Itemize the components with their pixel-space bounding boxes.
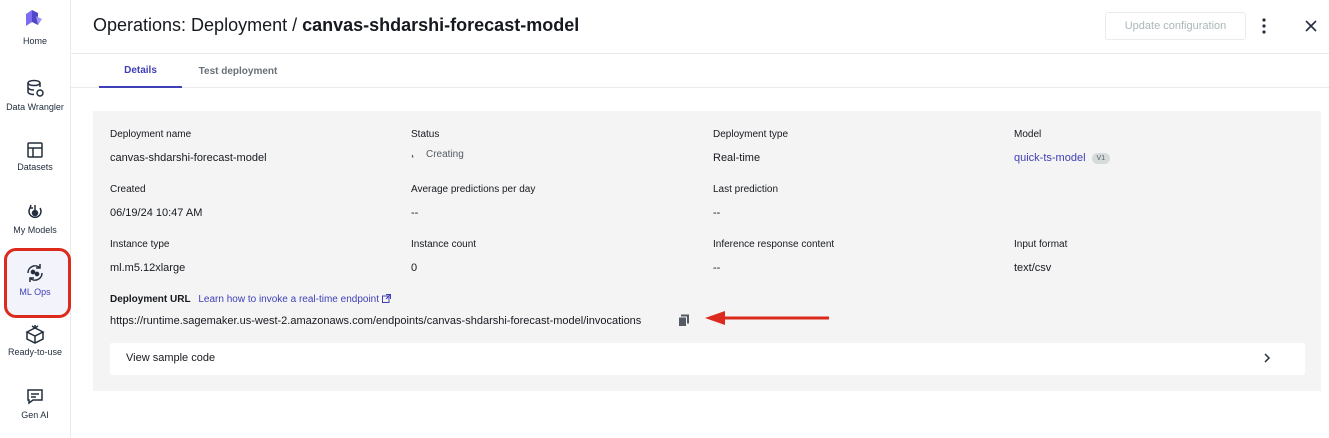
input-format-field: Input format text/csv [1014, 239, 1067, 274]
deployment-url-label-row: Deployment URL Learn how to invoke a rea… [110, 294, 392, 305]
field-label: Created [110, 184, 146, 195]
canvas-logo-icon [26, 10, 42, 26]
ml-ops-icon [27, 264, 43, 282]
sidebar-item-gen-ai[interactable]: Gen AI [0, 387, 70, 420]
sidebar-item-ml-ops[interactable]: ML Ops [0, 262, 70, 297]
status-field: Status Creating [411, 129, 464, 160]
deployment-url-value: https://runtime.sagemaker.us-west-2.amaz… [110, 315, 642, 327]
status-indicator: Creating [411, 149, 464, 160]
inference-response-field: Inference response content -- [713, 239, 834, 274]
instance-type-field: Instance type ml.m5.12xlarge [110, 239, 185, 274]
field-label: Input format [1014, 239, 1068, 250]
model-field: Model quick-ts-model V1 [1014, 129, 1111, 164]
field-label: Instance type [110, 239, 170, 250]
learn-link-text: Learn how to invoke a real-time endpoint [198, 294, 380, 305]
avg-predictions-field: Average predictions per day -- [411, 184, 535, 219]
tab-test-deployment[interactable]: Test deployment [195, 54, 281, 88]
deployment-details-card: Deployment name canvas-shdarshi-forecast… [93, 111, 1321, 391]
external-link-icon [382, 294, 392, 303]
sidebar-item-datasets[interactable]: Datasets [0, 141, 70, 172]
close-icon[interactable] [1301, 16, 1321, 36]
field-value: -- [713, 262, 721, 274]
app-window: Home Data Wrangler Datasets My Models ML… [0, 0, 1329, 438]
field-value: 06/19/24 10:47 AM [110, 207, 203, 219]
annotation-arrow-icon [705, 311, 829, 325]
sidebar: Home Data Wrangler Datasets My Models ML… [0, 0, 71, 438]
title-prefix: Operations: Deployment / [93, 15, 303, 35]
sidebar-item-ready-to-use[interactable]: Ready-to-use [0, 324, 70, 357]
view-sample-code-label: View sample code [126, 352, 216, 364]
created-field: Created 06/19/24 10:47 AM [110, 184, 202, 219]
ready-to-use-icon [25, 325, 45, 344]
deployment-title-name: canvas-shdarshi-forecast-model [302, 15, 580, 35]
field-value: 0 [411, 262, 418, 274]
sidebar-item-data-wrangler[interactable]: Data Wrangler [0, 79, 70, 112]
learn-invoke-endpoint-link[interactable]: Learn how to invoke a real-time endpoint [198, 294, 392, 305]
gen-ai-icon [27, 389, 43, 405]
sidebar-item-home[interactable]: Home [0, 33, 70, 46]
last-prediction-field: Last prediction -- [713, 184, 778, 219]
sidebar-item-label: Datasets [17, 162, 53, 172]
field-label: Inference response content [713, 239, 835, 250]
field-label: Deployment type [713, 129, 789, 140]
loading-spinner-icon [411, 154, 414, 158]
tab-bar: Details Test deployment [71, 54, 1329, 88]
field-label: Status [411, 129, 440, 140]
model-link[interactable]: quick-ts-model [1014, 152, 1086, 164]
field-label: Last prediction [713, 184, 779, 195]
field-value: -- [713, 207, 721, 219]
sidebar-item-my-models[interactable]: My Models [0, 202, 70, 235]
sidebar-item-label: Data Wrangler [6, 102, 64, 112]
field-value: text/csv [1014, 262, 1052, 274]
data-wrangler-icon [27, 79, 44, 97]
field-label: Instance count [411, 239, 477, 250]
sidebar-item-label: My Models [13, 225, 57, 235]
deployment-url-label: Deployment URL [110, 294, 191, 305]
copy-icon[interactable] [678, 314, 691, 327]
model-value: quick-ts-model V1 [1014, 152, 1111, 164]
datasets-icon [27, 142, 43, 158]
field-label: Model [1014, 129, 1042, 140]
field-label: Deployment name [110, 129, 192, 140]
update-configuration-button[interactable]: Update configuration [1105, 12, 1246, 40]
field-value: canvas-shdarshi-forecast-model [110, 152, 267, 164]
vertical-ellipsis-icon[interactable] [1254, 15, 1274, 37]
field-value: Real-time [713, 152, 761, 164]
chevron-right-icon [1264, 353, 1271, 363]
tab-details[interactable]: Details [99, 54, 182, 88]
sidebar-item-label: Gen AI [21, 410, 49, 420]
sidebar-item-label: Home [22, 36, 47, 46]
sidebar-item-label: Ready-to-use [7, 347, 63, 357]
page-header: Operations: Deployment / canvas-shdarshi… [71, 0, 1329, 54]
version-badge: V1 [1091, 152, 1111, 164]
sidebar-item-label: ML Ops [19, 287, 51, 297]
status-text: Creating [426, 149, 464, 160]
deployment-name-field: Deployment name canvas-shdarshi-forecast… [110, 129, 267, 164]
field-value: -- [411, 207, 419, 219]
instance-count-field: Instance count 0 [411, 239, 476, 274]
field-label: Average predictions per day [411, 184, 536, 195]
view-sample-code-row[interactable]: View sample code [110, 343, 1305, 375]
field-value: ml.m5.12xlarge [110, 262, 186, 274]
deployment-type-field: Deployment type Real-time [713, 129, 788, 164]
my-models-icon [28, 204, 42, 218]
page-title: Operations: Deployment / canvas-shdarshi… [93, 15, 579, 36]
